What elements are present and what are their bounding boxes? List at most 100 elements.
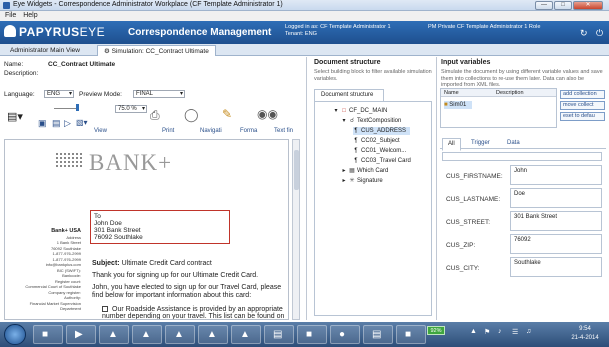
minimize-button[interactable]: — xyxy=(535,1,553,10)
zoom-slider-track[interactable] xyxy=(54,108,76,109)
navigation-menu[interactable]: Navigati xyxy=(200,128,222,134)
variable-filter-input[interactable] xyxy=(442,152,602,161)
power-icon[interactable]: ⏻ xyxy=(596,28,603,39)
papyrus-logo: PAPYRUSEYE xyxy=(4,25,105,39)
text-find-menu[interactable]: Text fin xyxy=(274,128,293,134)
language-select[interactable]: ENG xyxy=(44,90,74,98)
expand-icon[interactable]: ▾ xyxy=(333,107,339,115)
page-nav-icon[interactable]: ▷ xyxy=(64,118,71,129)
start-button[interactable] xyxy=(4,324,26,345)
document-preview[interactable]: BANK+ To John Doe 301 Bank Street 76092 … xyxy=(4,139,289,320)
taskbar-app-button[interactable]: ▲ xyxy=(99,325,129,344)
variable-value-firstname[interactable]: John xyxy=(510,165,602,185)
document-structure-panel: Document structure Select building block… xyxy=(309,57,437,320)
window-title-bar: Eye Widgets - Correspondence Administrat… xyxy=(0,0,609,11)
input-variables-title: Input variables xyxy=(441,59,491,66)
printer-icon[interactable]: ⎙ xyxy=(150,108,160,123)
maximize-button[interactable]: □ xyxy=(554,1,572,10)
tab-administrator-main-view[interactable]: Administrator Main View xyxy=(4,45,86,56)
view-tabs: Administrator Main View ⚙ Simulation: CC… xyxy=(0,44,609,56)
add-collection-button[interactable]: add collection xyxy=(560,90,605,99)
folder-icon: ■ xyxy=(42,329,49,340)
zoom-slider-thumb[interactable] xyxy=(76,104,79,111)
tree-node-signature[interactable]: ▸ ✳ Signature xyxy=(341,177,382,185)
taskbar-app-button[interactable]: ■ xyxy=(297,325,327,344)
tab-data[interactable]: Data xyxy=(502,138,525,149)
windows-taskbar: ■ ▶ ▲ ▲ ▲ ▲ ▲ ▤ ■ ● ▤ ■ 92% ▲ ⚑ ♪ ☰ ♫ 9:… xyxy=(0,322,609,347)
volume-icon[interactable]: ♪ xyxy=(498,328,502,335)
speaker-icon[interactable]: ♫ xyxy=(526,328,531,335)
taskbar-app-button[interactable]: ● xyxy=(330,325,360,344)
taskbar-app-button[interactable]: ▶ xyxy=(66,325,96,344)
refresh-icon[interactable]: ↻ xyxy=(580,28,588,39)
paragraph-icon: ¶ xyxy=(354,138,358,144)
login-info: Logged in as: CF Template Administrator … xyxy=(285,24,391,37)
expand-icon[interactable]: ▾ xyxy=(341,117,347,125)
menu-file[interactable]: File xyxy=(5,11,16,21)
navigation-compass-icon[interactable]: ◯ xyxy=(184,107,199,123)
tab-trigger[interactable]: Trigger xyxy=(466,138,495,149)
collection-row-sim01[interactable]: ■ Sim01 xyxy=(444,101,473,109)
switch-icon: ▦ xyxy=(349,168,355,174)
paragraph-icon: ¶ xyxy=(354,148,358,154)
variable-value-street[interactable]: 301 Bank Street xyxy=(510,211,602,231)
page-view-icon[interactable]: ▤▾ xyxy=(7,110,23,123)
name-label: Name: xyxy=(4,61,24,68)
folder-icon: ■ xyxy=(444,102,448,108)
menu-help[interactable]: Help xyxy=(23,11,37,21)
letter-paragraph-1: Thank you for signing up for our Ultimat… xyxy=(92,272,259,279)
app-icon: ● xyxy=(339,329,346,340)
taskbar-app-button[interactable]: ▲ xyxy=(231,325,261,344)
taskbar-explorer-button[interactable]: ■ xyxy=(33,325,63,344)
network-icon[interactable]: ▲ xyxy=(470,328,477,335)
fit-page-icon[interactable]: ▣ xyxy=(38,118,47,129)
wifi-icon[interactable]: ☰ xyxy=(512,328,518,336)
tree-node-cus-address[interactable]: ¶ CUS_ADDRESS xyxy=(353,127,411,135)
taskbar-app-button[interactable]: ▲ xyxy=(165,325,195,344)
expand-icon[interactable]: ▸ xyxy=(341,167,347,175)
tree-node-which-card[interactable]: ▸ ▦ Which Card xyxy=(341,167,388,175)
tab-simulation[interactable]: ⚙ Simulation: CC_Contract Ultimate xyxy=(97,45,216,56)
address-block[interactable]: To John Doe 301 Bank Street 76092 Southl… xyxy=(90,210,230,244)
app-icon: ■ xyxy=(306,329,313,340)
tab-all[interactable]: All xyxy=(442,138,461,151)
tree-node-cf-dc-main[interactable]: ▾ □ CF_DC_MAIN xyxy=(333,107,387,115)
variable-label: CUS_FIRSTNAME: xyxy=(446,173,503,180)
taskbar-app-button[interactable]: ▲ xyxy=(198,325,228,344)
tree-node-textcomposition[interactable]: ▾ ☌ TextComposition xyxy=(341,117,401,125)
close-button[interactable]: ✕ xyxy=(573,1,603,10)
zoom-select[interactable]: 75.0 % xyxy=(115,105,147,113)
layout-icon[interactable]: ▧▾ xyxy=(76,118,88,127)
tree-node-cc02-subject[interactable]: ¶ CC02_Subject xyxy=(353,137,399,145)
tab-document-structure[interactable]: Document structure xyxy=(314,89,384,101)
taskbar-app-button[interactable]: ■ xyxy=(396,325,426,344)
taskbar-app-button[interactable]: ▲ xyxy=(132,325,162,344)
variable-row-zip: CUS_ZIP: 76092 xyxy=(442,234,606,254)
window-title: Eye Widgets - Correspondence Administrat… xyxy=(13,1,283,8)
taskbar-app-button[interactable]: ▤ xyxy=(363,325,393,344)
battery-indicator[interactable]: 92% xyxy=(427,326,445,335)
binoculars-icon[interactable]: ◉◉ xyxy=(257,107,278,121)
document-scrollbar[interactable] xyxy=(292,139,300,320)
preview-mode-select[interactable]: FINAL xyxy=(133,90,185,98)
format-menu[interactable]: Forma xyxy=(240,128,257,134)
address-to: To xyxy=(94,213,101,220)
variable-value-zip[interactable]: 76092 xyxy=(510,234,602,254)
tree-node-cc01-welcome[interactable]: ¶ CC01_Welcom... xyxy=(353,147,406,155)
fit-width-icon[interactable]: ▤ xyxy=(52,118,61,129)
tree-node-cc03-travel-card[interactable]: ¶ CC03_Travel Card xyxy=(353,157,410,165)
system-clock[interactable]: 9:54 21-4-2014 xyxy=(565,325,605,343)
reset-default-button[interactable]: eset to defau xyxy=(560,112,605,121)
remove-collection-button[interactable]: move collect xyxy=(560,101,605,110)
role-info: PM Private CF Template Administrator 1 R… xyxy=(428,24,541,30)
view-menu[interactable]: View xyxy=(94,128,107,134)
simulation-panel: Name: CC_Contract Ultimate Description: … xyxy=(0,57,307,320)
variable-value-lastname[interactable]: Doe xyxy=(510,188,602,208)
variable-value-city[interactable]: Southlake xyxy=(510,257,602,277)
format-brush-icon[interactable]: ✎ xyxy=(222,107,232,121)
flag-icon[interactable]: ⚑ xyxy=(484,328,490,336)
print-menu[interactable]: Print xyxy=(162,128,174,134)
eye-logo-icon xyxy=(4,25,16,37)
taskbar-app-button[interactable]: ▤ xyxy=(264,325,294,344)
expand-icon[interactable]: ▸ xyxy=(341,177,347,185)
